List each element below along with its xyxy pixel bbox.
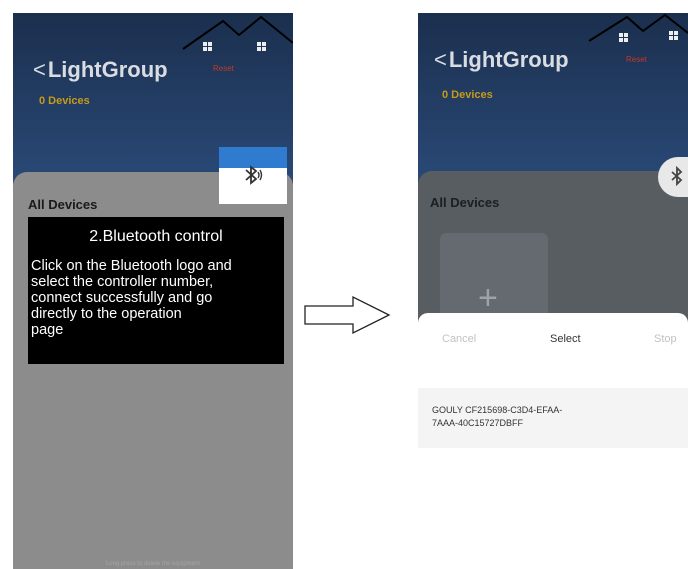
select-title: Select: [550, 333, 581, 345]
callout-body: Click on the Bluetooth logo and select t…: [31, 258, 232, 338]
back-chevron-icon[interactable]: <: [434, 47, 447, 72]
add-device-plus[interactable]: +: [478, 281, 498, 315]
panel-title: All Devices: [28, 197, 98, 212]
right-phone-screen: <LightGroup Reset 0 Devices All Devices …: [418, 13, 688, 569]
page-title[interactable]: <LightGroup: [33, 57, 168, 83]
reset-button[interactable]: Reset: [213, 64, 234, 73]
house-roof-icon: [182, 15, 293, 51]
panel-title: All Devices: [430, 195, 500, 210]
bluetooth-icon: [243, 164, 263, 191]
bluetooth-icon: [670, 165, 684, 191]
device-list-item[interactable]: GOULY CF215698-C3D4-EFAA- 7AAA-40C15727D…: [418, 388, 688, 448]
title-text: LightGroup: [448, 47, 569, 72]
page-title[interactable]: <LightGroup: [434, 47, 569, 73]
instruction-callout: 2.Bluetooth control Click on the Bluetoo…: [28, 217, 284, 364]
bottom-hint: Long press to delete the equipment: [105, 561, 201, 567]
title-text: LightGroup: [47, 57, 168, 82]
right-arrow-icon: [304, 295, 391, 335]
device-count: 0 Devices: [442, 89, 493, 101]
cancel-button[interactable]: Cancel: [442, 333, 476, 345]
device-count: 0 Devices: [39, 95, 90, 107]
reset-button[interactable]: Reset: [626, 55, 647, 64]
device-select-sheet: Cancel Select Stop GOULY CF215698-C3D4-E…: [418, 313, 688, 569]
device-identifier: GOULY CF215698-C3D4-EFAA- 7AAA-40C15727D…: [432, 405, 563, 428]
bluetooth-button[interactable]: [219, 147, 287, 204]
left-phone-screen: <LightGroup Reset 0 Devices All Devices …: [13, 13, 293, 569]
back-chevron-icon[interactable]: <: [33, 57, 46, 82]
callout-heading: 2.Bluetooth control: [89, 228, 223, 245]
stop-button[interactable]: Stop: [654, 333, 677, 345]
